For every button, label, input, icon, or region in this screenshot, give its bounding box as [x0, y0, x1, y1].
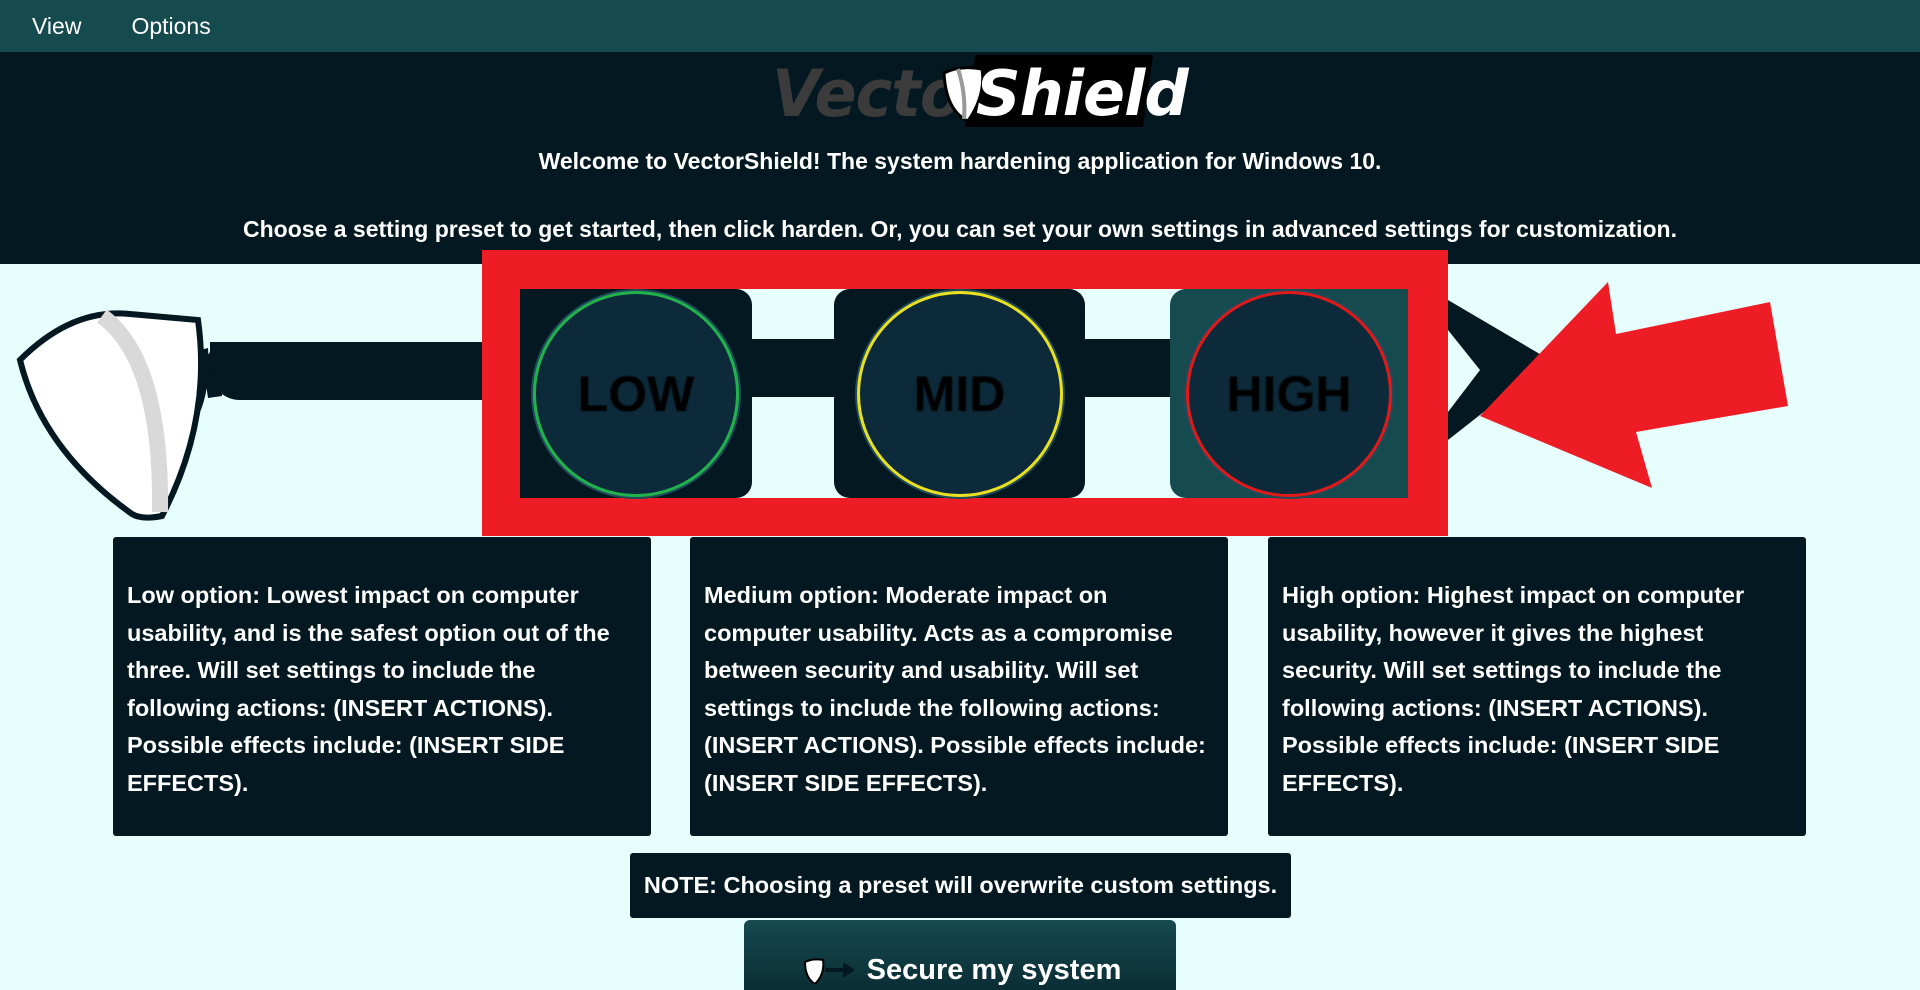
instructions-text: Choose a setting preset to get started, … — [243, 216, 1677, 242]
high-description-panel: High option: Highest impact on computer … — [1268, 537, 1806, 836]
connector-bar-left — [210, 342, 482, 400]
shield-illustration-icon — [16, 309, 222, 521]
shield-arrow-icon — [803, 958, 855, 984]
secure-system-button[interactable]: Secure my system — [744, 920, 1176, 990]
low-description-panel: Low option: Lowest impact on computer us… — [113, 537, 651, 836]
vectorshield-logo: Vector Shield — [772, 53, 1189, 132]
preset-mid-label: MID — [913, 365, 1006, 422]
preset-low-ring: LOW — [533, 290, 739, 497]
preset-low-button[interactable]: LOW — [520, 289, 752, 498]
mid-description-panel: Medium option: Moderate impact on comput… — [690, 537, 1228, 836]
secure-system-label: Secure my system — [866, 954, 1122, 986]
connector-bar-2 — [1085, 339, 1170, 397]
preset-mid-ring: MID — [856, 290, 1063, 497]
menu-options[interactable]: Options — [131, 13, 232, 40]
welcome-text: Welcome to VectorShield! The system hard… — [538, 148, 1382, 174]
preset-high-ring: HIGH — [1186, 290, 1392, 497]
connector-bar-1 — [752, 339, 834, 397]
preset-mid-button[interactable]: MID — [834, 289, 1085, 498]
red-pointer-arrow-icon — [1480, 282, 1788, 488]
preset-low-label: LOW — [577, 365, 695, 422]
preset-high-label: HIGH — [1226, 365, 1352, 422]
header-banner: Vector Shield Welcome to VectorShield! T… — [0, 52, 1920, 264]
logo-text-shield: Shield — [976, 57, 1189, 130]
menu-view[interactable]: View — [32, 13, 103, 40]
preset-note: NOTE: Choosing a preset will overwrite c… — [630, 853, 1291, 918]
menu-bar: View Options — [0, 0, 1920, 52]
preset-high-button[interactable]: HIGH — [1170, 289, 1408, 498]
